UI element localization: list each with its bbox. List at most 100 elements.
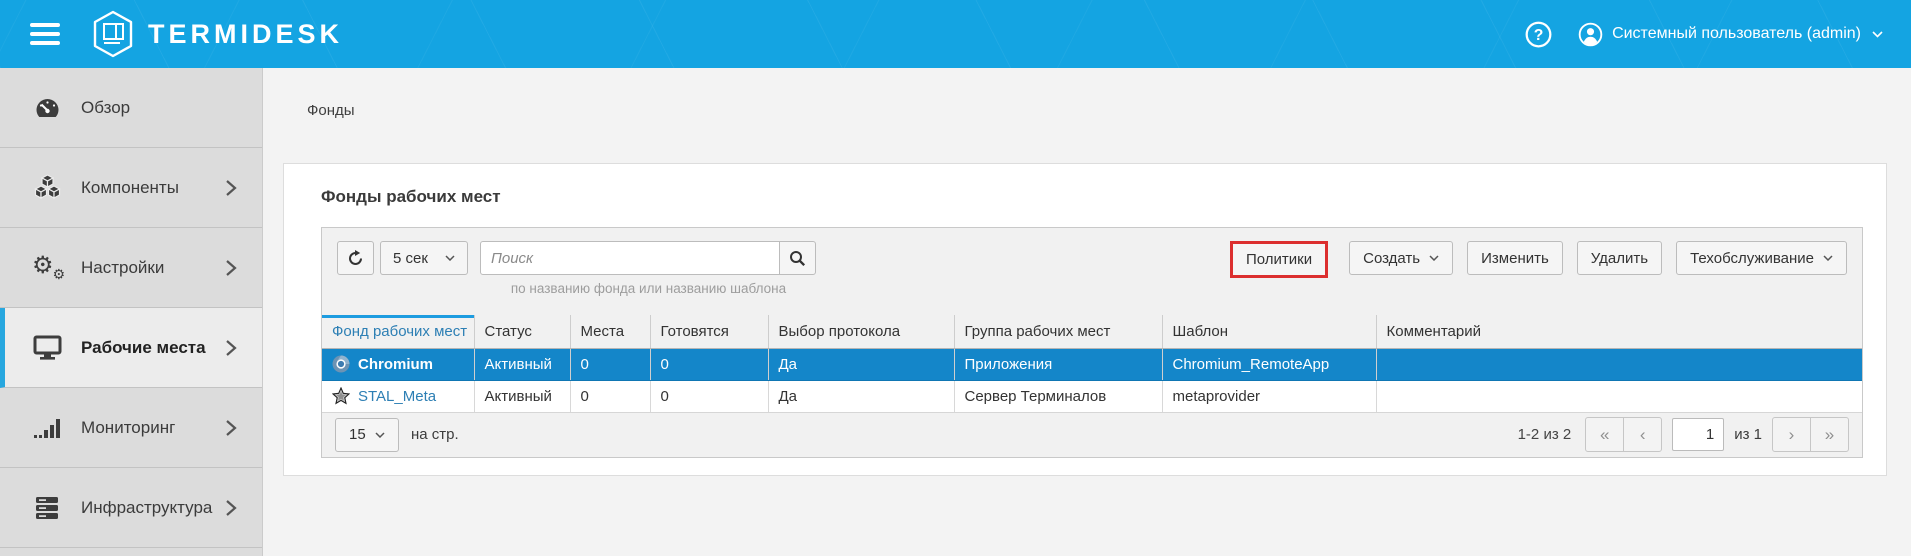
table-footer: 15 на стр. 1-2 из 2 «‹ из 1 ›» <box>322 413 1862 457</box>
user-menu-label: Системный пользователь (admin) <box>1612 25 1861 43</box>
page-size-label: на стр. <box>411 426 459 443</box>
sidebar-item-label: Обзор <box>81 98 130 118</box>
first-page-button[interactable]: « <box>1585 417 1624 452</box>
table-row-Chromium[interactable]: ChromiumАктивный00ДаПриложенияChromium_R… <box>322 348 1862 380</box>
pool-name-link[interactable]: STAL_Meta <box>358 388 436 405</box>
column-header-0[interactable]: Фонд рабочих мест^ <box>322 315 474 348</box>
top-bar: TERMIDESK ? Системный пользователь (admi… <box>0 0 1911 68</box>
sidebar-item-workplaces[interactable]: Рабочие места <box>0 308 262 388</box>
pool-name-cell: Chromium <box>332 355 464 373</box>
cell-seats: 0 <box>570 380 650 412</box>
cell-seats: 0 <box>570 348 650 380</box>
sidebar: Обзор Компоненты ⚙⚙Настройки Рабочие места М… <box>0 68 263 556</box>
chevron-right-icon <box>225 179 237 197</box>
maintenance-button[interactable]: Техобслуживание <box>1676 241 1847 275</box>
search-input[interactable] <box>480 241 780 275</box>
termidesk-app: TERMIDESK ? Системный пользователь (admi… <box>0 0 1911 556</box>
last-page-button[interactable]: » <box>1810 417 1849 452</box>
range-label: 1-2 из 2 <box>1518 426 1572 443</box>
brand-hexagon-icon <box>90 9 136 59</box>
gears-icon: ⚙⚙ <box>30 253 64 283</box>
column-header-3[interactable]: Готовятся <box>650 315 768 348</box>
brand-logo: TERMIDESK <box>90 9 343 59</box>
cell-preparing: 0 <box>650 380 768 412</box>
cell-status: Активный <box>474 348 570 380</box>
cell-template: Chromium_RemoteApp <box>1162 348 1376 380</box>
cell-status: Активный <box>474 380 570 412</box>
angle-double-left-icon: « <box>1600 425 1609 445</box>
sidebar-item-components[interactable]: Компоненты <box>0 148 262 228</box>
sidebar-item-label: Компоненты <box>81 178 179 198</box>
column-header-4[interactable]: Выбор протокола <box>768 315 954 348</box>
dashboard-icon <box>30 95 64 121</box>
cell-group: Приложения <box>954 348 1162 380</box>
policies-button[interactable]: Политики <box>1230 241 1328 278</box>
help-button[interactable]: ? <box>1524 20 1552 48</box>
column-header-5[interactable]: Группа рабочих мест <box>954 315 1162 348</box>
panel-title: Фонды рабочих мест <box>284 164 1886 227</box>
chevron-down-icon <box>1429 255 1439 261</box>
column-header-7[interactable]: Комментарий <box>1376 315 1862 348</box>
infrastructure-icon <box>30 495 64 521</box>
button-label: Удалить <box>1591 250 1648 267</box>
button-label: Техобслуживание <box>1690 250 1814 267</box>
brand-wordmark: TERMIDESK <box>148 19 343 50</box>
search-hint: по названию фонда или названию шаблона <box>480 281 817 296</box>
search-button[interactable] <box>779 241 816 275</box>
chevron-right-icon <box>225 259 237 277</box>
chevron-down-icon <box>1872 31 1883 38</box>
column-header-2[interactable]: Места <box>570 315 650 348</box>
pagination-forward-group: ›» <box>1772 417 1849 452</box>
toolbar: 5 сек <box>322 228 1862 296</box>
table-header-row: Фонд рабочих мест^СтатусМестаГотовятсяВы… <box>322 315 1862 348</box>
components-icon <box>30 174 64 201</box>
sidebar-item-label: Мониторинг <box>81 418 175 438</box>
prev-page-button[interactable]: ‹ <box>1623 417 1662 452</box>
main-content: Фонды Фонды рабочих мест 5 сек <box>263 68 1911 556</box>
table-row-STAL_Meta[interactable]: STAL_MetaАктивный00ДаСервер Терминаловme… <box>322 380 1862 412</box>
cell-protocol_choice: Да <box>768 348 954 380</box>
button-label: Политики <box>1246 251 1312 268</box>
monitoring-icon <box>30 416 64 440</box>
page-size-select[interactable]: 15 <box>335 418 399 452</box>
menu-toggle-icon[interactable] <box>30 18 62 50</box>
refresh-interval-value: 5 сек <box>393 250 428 267</box>
refresh-button[interactable] <box>337 241 374 275</box>
column-header-6[interactable]: Шаблон <box>1162 315 1376 348</box>
pools-table: Фонд рабочих мест^СтатусМестаГотовятсяВы… <box>322 315 1862 413</box>
user-icon <box>1578 22 1603 47</box>
help-icon: ? <box>1525 21 1552 48</box>
cell-group: Сервер Терминалов <box>954 380 1162 412</box>
chevron-right-icon <box>225 419 237 437</box>
chevron-down-icon <box>1823 255 1833 261</box>
sidebar-item-label: Инфраструктура <box>81 498 212 518</box>
page-number-input[interactable] <box>1672 418 1724 451</box>
sidebar-item-infrastructure[interactable]: Инфраструктура <box>0 468 262 548</box>
cell-comment <box>1376 348 1862 380</box>
chevron-down-icon <box>445 255 455 261</box>
cell-preparing: 0 <box>650 348 768 380</box>
refresh-icon <box>347 250 364 267</box>
sidebar-item-label: Рабочие места <box>81 338 206 358</box>
page-size-value: 15 <box>349 426 366 443</box>
pools-box: 5 сек <box>321 227 1863 458</box>
create-button[interactable]: Создать <box>1349 241 1453 275</box>
pool-name-link[interactable]: Chromium <box>358 356 433 373</box>
sidebar-item-settings[interactable]: ⚙⚙Настройки <box>0 228 262 308</box>
breadcrumb[interactable]: Фонды <box>307 102 1911 121</box>
monitor-icon <box>30 335 64 360</box>
sidebar-item-monitoring[interactable]: Мониторинг <box>0 388 262 468</box>
edit-button[interactable]: Изменить <box>1467 241 1563 275</box>
chevron-right-icon <box>225 339 237 357</box>
pagination-back-group: «‹ <box>1585 417 1662 452</box>
next-page-button[interactable]: › <box>1772 417 1811 452</box>
refresh-interval-select[interactable]: 5 сек <box>380 241 468 275</box>
pools-panel: Фонды рабочих мест 5 сек <box>283 163 1887 476</box>
user-menu[interactable]: Системный пользователь (admin) <box>1578 22 1883 47</box>
sidebar-item-overview[interactable]: Обзор <box>0 68 262 148</box>
column-header-1[interactable]: Статус <box>474 315 570 348</box>
pagination: 1-2 из 2 «‹ из 1 ›» <box>1518 417 1849 452</box>
pool-name-cell: STAL_Meta <box>332 387 464 405</box>
delete-button[interactable]: Удалить <box>1577 241 1662 275</box>
angle-double-right-icon: » <box>1825 425 1834 445</box>
